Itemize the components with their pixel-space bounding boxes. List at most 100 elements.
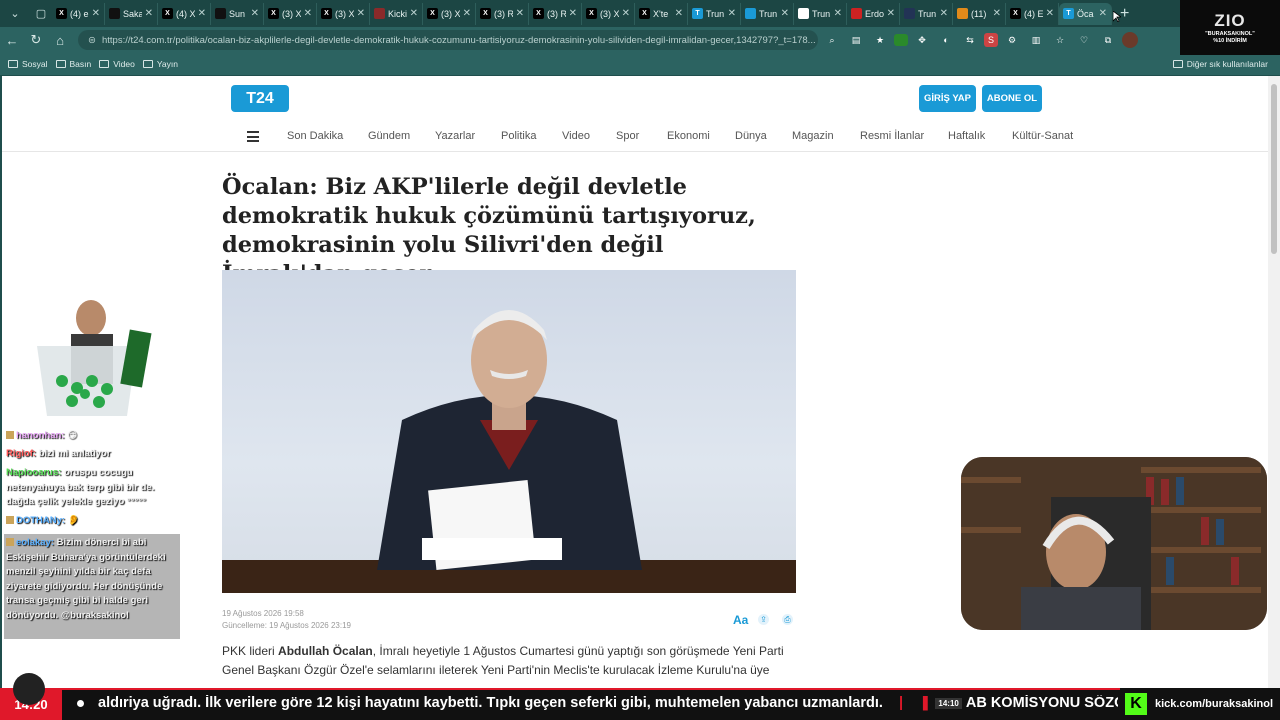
font-size-icon[interactable]: Aa: [733, 613, 748, 627]
close-tab-icon[interactable]: ✕: [887, 8, 895, 19]
profile-avatar-icon[interactable]: [1122, 32, 1138, 48]
close-tab-icon[interactable]: ✕: [357, 8, 365, 19]
close-tab-icon[interactable]: ✕: [304, 8, 312, 19]
url-field[interactable]: ⊜ https://t24.com.tr/politika/ocalan-biz…: [78, 30, 818, 50]
extension-s-icon[interactable]: S: [984, 33, 998, 47]
browser-tab[interactable]: X (3) X ✕: [582, 2, 635, 25]
workspaces-icon[interactable]: ▢: [30, 3, 52, 25]
extension-circle-icon[interactable]: ◐: [936, 30, 956, 50]
photo-illustration: [222, 310, 796, 593]
floating-button[interactable]: [13, 673, 45, 705]
site-info-icon[interactable]: ⊜: [88, 35, 96, 46]
close-tab-icon[interactable]: ✕: [993, 8, 1001, 19]
close-tab-icon[interactable]: ✕: [463, 8, 471, 19]
bookmark-folder-video[interactable]: Video: [99, 59, 135, 69]
home-icon[interactable]: ⌂: [48, 33, 72, 48]
extension-green-icon[interactable]: [894, 34, 908, 46]
close-tab-icon[interactable]: ✕: [940, 8, 948, 19]
extension-puzzle-icon[interactable]: ✥: [912, 30, 932, 50]
bookmark-folder-other[interactable]: Diğer sık kullanılanlar: [1172, 59, 1268, 69]
tab-title: Trun: [759, 8, 778, 19]
close-tab-icon[interactable]: ✕: [675, 8, 683, 19]
nav-resmi-ilanlar[interactable]: Resmi İlanlar: [860, 130, 924, 142]
kick-logo-icon: K: [1125, 693, 1147, 715]
site-logo[interactable]: T24: [231, 85, 289, 112]
nav-kultur-sanat[interactable]: Kültür-Sanat: [1012, 130, 1073, 142]
close-tab-icon[interactable]: ✕: [1099, 8, 1107, 19]
share-icon[interactable]: ⇪: [758, 614, 769, 625]
close-tab-icon[interactable]: ✕: [251, 8, 259, 19]
browser-tab[interactable]: T Trun ✕: [688, 2, 741, 25]
close-tab-icon[interactable]: ✕: [834, 8, 842, 19]
nav-yazarlar[interactable]: Yazarlar: [435, 130, 475, 142]
folder-icon: [55, 60, 66, 68]
x-icon: X: [480, 8, 491, 19]
hamburger-menu-icon[interactable]: [247, 131, 259, 142]
browser-tab[interactable]: Trun ✕: [741, 2, 794, 25]
login-button[interactable]: GİRİŞ YAP: [919, 85, 976, 112]
close-tab-icon[interactable]: ✕: [781, 8, 789, 19]
zoom-icon[interactable]: ⌕: [822, 30, 842, 50]
close-tab-icon[interactable]: ✕: [410, 8, 418, 19]
browser-tab[interactable]: X (3) X ✕: [423, 2, 476, 25]
streamer-webcam: [961, 457, 1267, 630]
extension-translate-icon[interactable]: ⇆: [960, 30, 980, 50]
browser-tab[interactable]: X (3) X ✕: [317, 2, 370, 25]
tab-list-chevron-icon[interactable]: ⌄: [4, 3, 26, 25]
browser-tab[interactable]: X (3) X ✕: [264, 2, 317, 25]
browser-tab[interactable]: X (4) E ✕: [1006, 2, 1059, 25]
close-tab-icon[interactable]: ✕: [569, 8, 577, 19]
close-tab-icon[interactable]: ✕: [198, 8, 206, 19]
browser-tab[interactable]: Erdo ✕: [847, 2, 900, 25]
nav-magazin[interactable]: Magazin: [792, 130, 834, 142]
browser-tab[interactable]: Saka ✕: [105, 2, 158, 25]
nav-haftalik[interactable]: Haftalık: [948, 130, 985, 142]
browser-tab[interactable]: Trun ✕: [900, 2, 953, 25]
nav-politika[interactable]: Politika: [501, 130, 536, 142]
print-icon[interactable]: ⎙: [782, 614, 793, 625]
close-tab-icon[interactable]: ✕: [145, 8, 153, 19]
close-tab-icon[interactable]: ✕: [516, 8, 524, 19]
browser-tab[interactable]: Sun ✕: [211, 2, 264, 25]
browser-tab[interactable]: (11) ✕: [953, 2, 1006, 25]
close-tab-icon[interactable]: ✕: [622, 8, 630, 19]
bookmark-folder-yayin[interactable]: Yayın: [142, 59, 178, 69]
browser-tab[interactable]: X (3) R ✕: [529, 2, 582, 25]
extensions-icon[interactable]: ⚙: [1002, 30, 1022, 50]
nav-gundem[interactable]: Gündem: [368, 130, 410, 142]
news-icon: [798, 8, 809, 19]
bookmark-folder-sosyal[interactable]: Sosyal: [8, 59, 48, 69]
url-text: https://t24.com.tr/politika/ocalan-biz-a…: [101, 34, 816, 46]
browser-tab[interactable]: X (4) X ✕: [158, 2, 211, 25]
browser-tab[interactable]: X (4) el ✕: [52, 2, 105, 25]
browser-tab[interactable]: X (3) R ✕: [476, 2, 529, 25]
browser-tab[interactable]: X X'te ✕: [635, 2, 688, 25]
reload-icon[interactable]: ↻: [24, 32, 48, 48]
favorite-star-icon[interactable]: ★: [870, 30, 890, 50]
browser-tab[interactable]: Kicki ✕: [370, 2, 423, 25]
browser-tab[interactable]: T Öca ✕: [1059, 2, 1112, 25]
back-arrow-icon[interactable]: ←: [0, 33, 24, 48]
bookmark-folder-basin[interactable]: Basın: [55, 59, 91, 69]
tab-title: Erdo: [865, 8, 884, 19]
close-tab-icon[interactable]: ✕: [728, 8, 736, 19]
screenshot-icon[interactable]: ⧉: [1098, 30, 1118, 50]
new-tab-button[interactable]: +: [1120, 5, 1129, 23]
tab-title: (3) R: [547, 8, 566, 19]
tab-title: Trun: [706, 8, 725, 19]
close-tab-icon[interactable]: ✕: [1046, 8, 1054, 19]
subscribe-button[interactable]: ABONE OL: [982, 85, 1042, 112]
nav-dunya[interactable]: Dünya: [735, 130, 767, 142]
scrollbar-thumb[interactable]: [1271, 84, 1277, 254]
nav-spor[interactable]: Spor: [616, 130, 639, 142]
reader-view-icon[interactable]: ▤: [846, 30, 866, 50]
favorites-icon[interactable]: ☆: [1050, 30, 1070, 50]
page-scrollbar[interactable]: [1268, 76, 1280, 688]
nav-video[interactable]: Video: [562, 130, 590, 142]
nav-ekonomi[interactable]: Ekonomi: [667, 130, 710, 142]
collections-icon[interactable]: ♡: [1074, 30, 1094, 50]
split-screen-icon[interactable]: ▥: [1026, 30, 1046, 50]
browser-tab[interactable]: Trun ✕: [794, 2, 847, 25]
nav-son-dakika[interactable]: Son Dakika: [287, 130, 343, 142]
close-tab-icon[interactable]: ✕: [92, 8, 100, 19]
